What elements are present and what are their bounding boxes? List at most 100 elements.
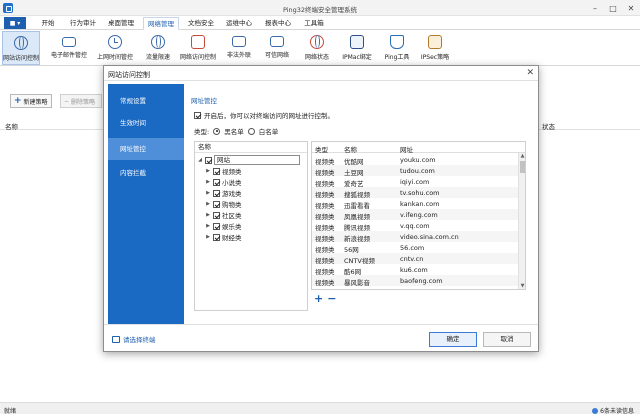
tab-network-management[interactable]: 网络管理 [143, 17, 179, 30]
column-name[interactable]: 名称 [5, 121, 18, 131]
scroll-down-icon[interactable]: ▼ [519, 283, 525, 289]
scrollbar-thumb[interactable] [520, 161, 525, 173]
sidebar-item-content-block[interactable]: 内容拦截 [108, 162, 184, 184]
dialog-close-icon[interactable]: ✕ [526, 68, 534, 78]
tree-checkbox[interactable] [213, 178, 220, 186]
tree-checkbox[interactable] [213, 167, 220, 175]
table-row[interactable]: 视频类 酷6网 ku6.com [312, 264, 519, 276]
table-row[interactable]: 视频类 搜狐视频 tv.sohu.com [312, 187, 519, 199]
chevron-right-icon[interactable]: ▶ [205, 201, 211, 207]
whitelist-radio[interactable] [247, 127, 255, 135]
remove-site-button[interactable]: − [327, 293, 336, 304]
tree-node-novel[interactable]: ▶ 小说类 [205, 177, 242, 187]
tree-node-entertainment[interactable]: ▶ 娱乐类 [205, 221, 242, 231]
tab-behavior-audit[interactable]: 行为审计 [66, 17, 100, 30]
site-table: 类型 名称 网址 视频类 优酷网 youku.com 视频类 土豆网 tudou.com 视… [311, 141, 526, 290]
header-name[interactable]: 名称 [344, 144, 357, 154]
sidebar-item-general[interactable]: 常规设置 [108, 90, 184, 112]
tree-node-label: 财经类 [222, 234, 242, 242]
monitor-icon [232, 36, 246, 47]
enable-row: 开启后，你可以对终端访问的网址进行控制。 [194, 110, 334, 120]
table-row[interactable]: 视频类 凤凰视频 v.ifeng.com [312, 209, 519, 221]
ribbon-trusted-network[interactable]: 可信网络 [260, 31, 294, 65]
tree-node-community[interactable]: ▶ 社区类 [205, 210, 242, 220]
chevron-right-icon[interactable]: ▶ [205, 168, 211, 174]
table-actions: + − [314, 293, 336, 304]
tree-checkbox[interactable] [213, 222, 220, 230]
table-row[interactable]: 视频类 56网 56.com [312, 242, 519, 254]
ipmac-icon [350, 35, 364, 49]
blacklist-radio[interactable] [213, 127, 221, 135]
table-row[interactable]: 视频类 腾讯视频 v.qq.com [312, 220, 519, 232]
globe-icon [14, 36, 28, 50]
select-terminal-link[interactable]: 请选择终端 [112, 334, 156, 344]
tab-ops-center[interactable]: 运维中心 [222, 17, 256, 30]
minus-icon: − [64, 97, 70, 105]
tab-report-center[interactable]: 报表中心 [261, 17, 295, 30]
status-bar: 就绪 6条未读信息 [0, 402, 640, 415]
site-table-header: 类型 名称 网址 [312, 142, 525, 154]
table-row[interactable]: 视频类 新浪视频 video.sina.com.cn [312, 231, 519, 243]
tab-document-security[interactable]: 文档安全 [184, 17, 218, 30]
tree-node-shopping[interactable]: ▶ 购物类 [205, 199, 242, 209]
delete-policy-button[interactable]: − 删除策略 [60, 94, 102, 108]
ribbon-ipmac-binding[interactable]: IPMac绑定 [338, 31, 376, 65]
chevron-right-icon[interactable]: ▶ [205, 190, 211, 196]
chevron-right-icon[interactable]: ▶ [205, 212, 211, 218]
chevron-right-icon[interactable]: ▶ [205, 234, 211, 240]
chevron-right-icon[interactable]: ▶ [205, 223, 211, 229]
dialog-content: 网址管控 开启后，你可以对终端访问的网址进行控制。 类型: 黑名单 白名单 名称… [186, 84, 538, 324]
header-type[interactable]: 类型 [315, 144, 328, 154]
ribbon-traffic-limit[interactable]: 流量限速 [140, 31, 176, 65]
table-row[interactable]: 视频类 优酷网 youku.com [312, 154, 519, 166]
tab-desktop-management[interactable]: 桌面管理 [104, 17, 138, 30]
close-icon[interactable]: ✕ [622, 0, 640, 16]
ribbon-illegal-outreach[interactable]: 非法外联 [222, 31, 256, 65]
tree-checkbox[interactable] [205, 156, 212, 164]
tree-node-finance[interactable]: ▶ 财经类 [205, 232, 242, 242]
ok-button[interactable]: 确定 [429, 332, 477, 347]
ribbon-website-access-control[interactable]: 网站访问控制 [2, 31, 40, 65]
ribbon-online-time-control[interactable]: 上网时间管控 [94, 31, 136, 65]
table-row[interactable]: 视频类 土豆网 tudou.com [312, 165, 519, 177]
tree-checkbox[interactable] [213, 211, 220, 219]
tree-checkbox[interactable] [213, 233, 220, 241]
mail-icon [62, 37, 76, 47]
tab-toolbox[interactable]: 工具箱 [300, 17, 328, 30]
add-site-button[interactable]: + [314, 293, 323, 304]
minimize-icon[interactable]: – [586, 0, 604, 16]
table-row[interactable]: 视频类 CNTV视频 cntv.cn [312, 253, 519, 265]
table-row[interactable]: 视频类 迅雷看看 kankan.com [312, 198, 519, 210]
ribbon-network-status[interactable]: 网络状态 [300, 31, 334, 65]
tree-checkbox[interactable] [213, 189, 220, 197]
tree-node-video[interactable]: ▶ 视频类 [205, 166, 242, 176]
tab-start[interactable]: 开始 [36, 17, 60, 30]
cancel-button[interactable]: 取消 [483, 332, 531, 347]
maximize-icon[interactable]: □ [604, 0, 622, 16]
ribbon-network-access-control[interactable]: 网络访问控制 [177, 31, 219, 65]
type-label: 类型: [194, 128, 210, 136]
cell-url: kankan.com [400, 200, 440, 208]
ribbon-email-control[interactable]: 电子邮件管控 [48, 31, 90, 65]
scroll-up-icon[interactable]: ▲ [519, 153, 525, 160]
vertical-scrollbar[interactable]: ▲ ▼ [518, 153, 525, 289]
ribbon-ping-tool[interactable]: Ping工具 [380, 31, 414, 65]
tree-node-game[interactable]: ▶ 游戏类 [205, 188, 242, 198]
table-row[interactable]: 视频类 爱奇艺 iqiyi.com [312, 176, 519, 188]
chevron-right-icon[interactable]: ▶ [205, 179, 211, 185]
sidebar-item-url-control[interactable]: 网址管控 [108, 138, 184, 160]
enable-checkbox[interactable] [194, 111, 201, 119]
ribbon-ipsec-policy[interactable]: IPSec策略 [416, 31, 454, 65]
app-menu-button[interactable]: ■ ▾ [4, 17, 26, 29]
expand-icon[interactable]: ◢ [197, 157, 203, 163]
tree-root-label: 网站 [214, 155, 300, 165]
table-row[interactable]: 视频类 暴风影音 baofeng.com [312, 275, 519, 287]
header-url[interactable]: 网址 [400, 144, 413, 154]
cell-url: tudou.com [400, 167, 435, 175]
ribbon-label: 网络状态 [304, 54, 329, 61]
tree-root[interactable]: ◢ 网站 [197, 155, 300, 165]
column-status[interactable]: 状态 [542, 121, 555, 131]
new-policy-button[interactable]: + 新建策略 [10, 94, 52, 108]
tree-checkbox[interactable] [213, 200, 220, 208]
sidebar-item-effective-time[interactable]: 生效时间 [108, 112, 184, 134]
